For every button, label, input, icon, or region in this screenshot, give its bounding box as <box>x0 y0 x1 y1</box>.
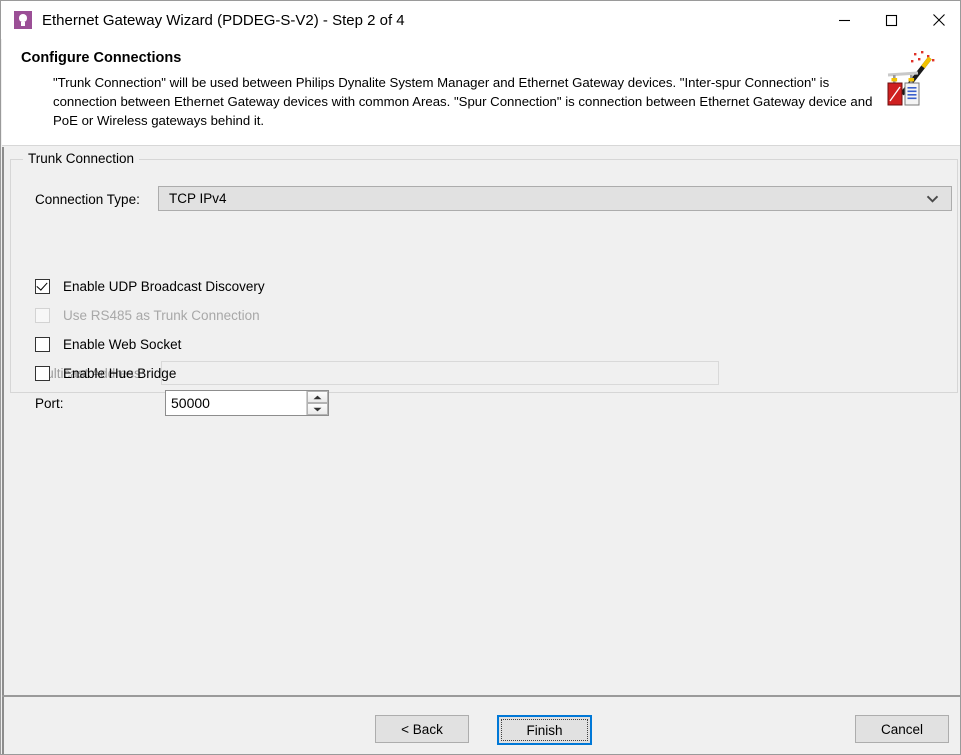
spinner-down-icon[interactable] <box>307 403 328 415</box>
checkbox-label: Enable Web Socket <box>63 337 182 352</box>
checkbox-label: Enable UDP Broadcast Discovery <box>63 279 265 294</box>
page-title: Configure Connections <box>21 50 182 66</box>
connection-type-value: TCP IPv4 <box>169 191 227 206</box>
lightbulb-icon <box>14 11 32 29</box>
minimize-icon[interactable] <box>821 1 868 39</box>
window-controls <box>821 1 960 39</box>
chevron-down-icon <box>926 195 939 203</box>
port-value[interactable]: 50000 <box>166 391 306 415</box>
wizard-window: Ethernet Gateway Wizard (PDDEG-S-V2) - S… <box>0 0 961 755</box>
wizard-wand-icon <box>887 51 935 106</box>
group-legend: Trunk Connection <box>23 151 140 166</box>
close-icon[interactable] <box>915 1 960 39</box>
maximize-icon[interactable] <box>868 1 915 39</box>
multicast-address-input[interactable] <box>161 361 719 385</box>
spinner-up-icon[interactable] <box>307 391 328 403</box>
wizard-header: Configure Connections "Trunk Connection"… <box>2 39 960 146</box>
cancel-button[interactable]: Cancel <box>855 715 949 743</box>
finish-button[interactable]: Finish <box>497 715 592 745</box>
title-bar: Ethernet Gateway Wizard (PDDEG-S-V2) - S… <box>1 1 960 39</box>
connection-type-label: Connection Type: <box>35 192 140 207</box>
checkbox-row-rs485-trunk: Use RS485 as Trunk Connection <box>35 308 260 323</box>
back-button[interactable]: < Back <box>375 715 469 743</box>
finish-button-label: Finish <box>501 719 588 741</box>
wizard-body: Trunk Connection Connection Type: TCP IP… <box>2 147 960 696</box>
checkbox-unchecked-icon[interactable] <box>35 366 50 381</box>
checkbox-checked-icon[interactable] <box>35 279 50 294</box>
page-description: "Trunk Connection" will be used between … <box>53 75 873 128</box>
checkbox-row-hue-bridge[interactable]: Enable Hue Bridge <box>35 366 176 381</box>
window-title: Ethernet Gateway Wizard (PDDEG-S-V2) - S… <box>42 11 405 29</box>
connection-type-combobox[interactable]: TCP IPv4 <box>158 186 952 211</box>
wizard-footer: < Back Cancel <box>2 697 960 754</box>
checkbox-unchecked-disabled-icon <box>35 308 50 323</box>
port-spin-buttons <box>306 391 328 415</box>
checkbox-row-udp-broadcast-discovery[interactable]: Enable UDP Broadcast Discovery <box>35 279 265 294</box>
checkbox-unchecked-icon[interactable] <box>35 337 50 352</box>
checkbox-label: Enable Hue Bridge <box>63 366 177 381</box>
checkbox-row-web-socket[interactable]: Enable Web Socket <box>35 337 181 352</box>
port-label: Port: <box>35 396 64 411</box>
checkbox-label: Use RS485 as Trunk Connection <box>63 308 260 323</box>
port-spinner[interactable]: 50000 <box>165 390 329 416</box>
